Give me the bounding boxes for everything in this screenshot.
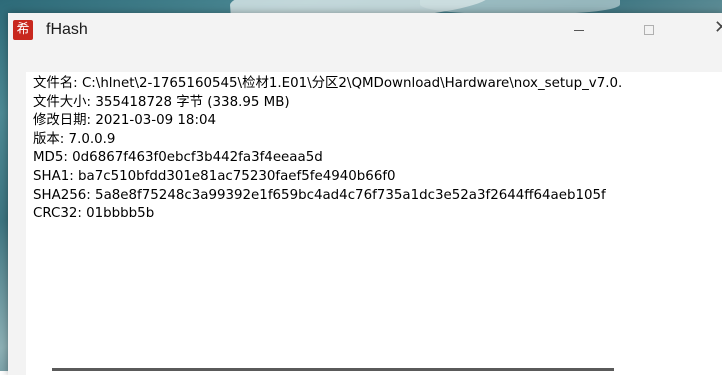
file-size-line: 文件大小: 355418728 字节 (338.95 MB) xyxy=(33,94,290,110)
maximize-icon xyxy=(644,25,654,35)
app-icon[interactable]: 希 xyxy=(13,20,33,40)
crc32-line: CRC32: 01bbbb5b xyxy=(33,206,155,222)
sha1-line: SHA1: ba7c510bfdd301e81ac75230faef5fe494… xyxy=(33,168,396,184)
maximize-button[interactable] xyxy=(626,13,672,49)
close-icon: ✕ xyxy=(714,17,722,38)
wallpaper-shape xyxy=(420,0,620,14)
file-name-line: 文件名: C:\hlnet\2-1765160545\检材1.E01\分区2\Q… xyxy=(33,76,623,91)
title-bar[interactable]: 希 fHash ✕ xyxy=(8,13,722,49)
minimize-button[interactable] xyxy=(556,13,602,49)
version-line: 版本: 7.0.0.9 xyxy=(33,131,116,147)
modified-date-line: 修改日期: 2021-03-09 18:04 xyxy=(33,113,216,129)
fhash-window: 希 fHash ✕ 文件名: C:\hlnet\2-1765160545\检材1… xyxy=(8,13,722,375)
md5-line: MD5: 0d6867f463f0ebcf3b442fa3f4eeaa5d xyxy=(33,150,323,166)
hash-result-textbox[interactable]: 文件名: C:\hlnet\2-1765160545\检材1.E01\分区2\Q… xyxy=(26,72,722,375)
hash-info-list: 文件名: C:\hlnet\2-1765160545\检材1.E01\分区2\Q… xyxy=(33,75,722,224)
window-title: fHash xyxy=(46,21,88,38)
minimize-icon xyxy=(574,30,584,31)
close-button[interactable]: ✕ xyxy=(698,13,722,49)
sha256-line: SHA256: 5a8e8f75248c3a99392e1f659bc4ad4c… xyxy=(33,187,606,203)
